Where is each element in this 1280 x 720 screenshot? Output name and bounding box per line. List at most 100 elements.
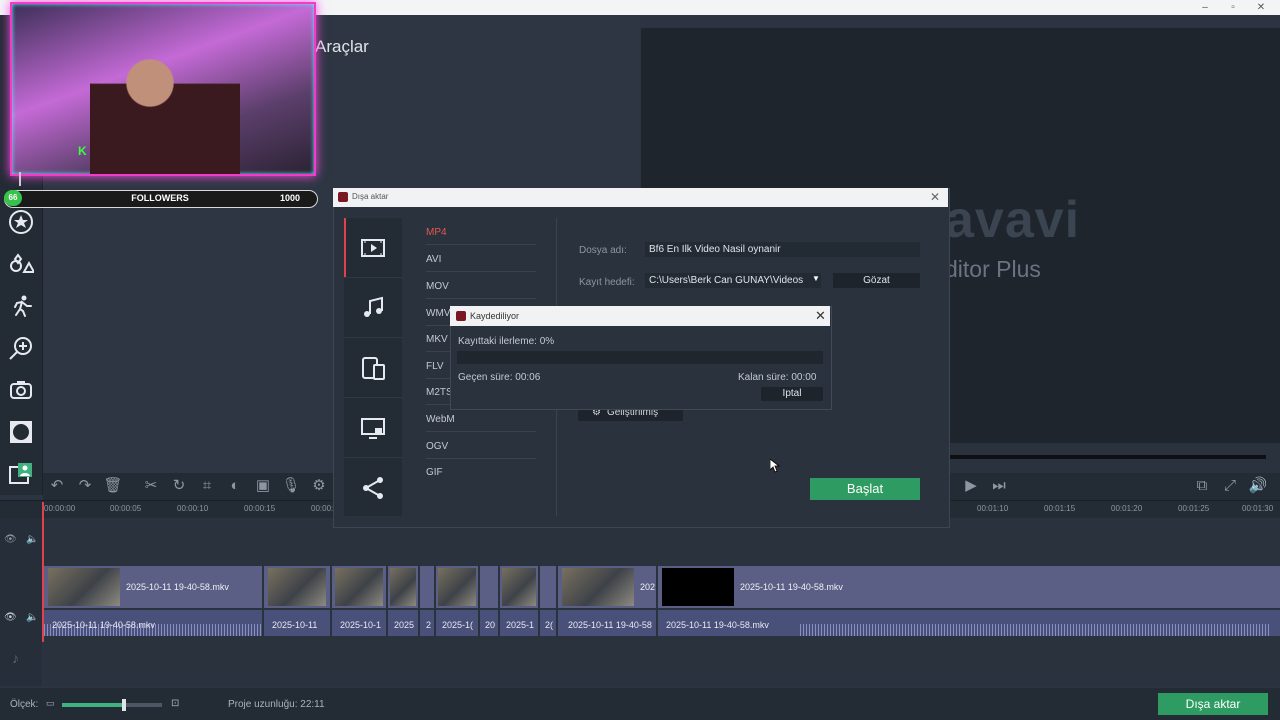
format-mov[interactable]: MOV — [426, 281, 536, 299]
color-adjust-icon[interactable]: ◐ — [223, 475, 247, 497]
eye-icon[interactable]: 👁 — [4, 534, 17, 545]
export-dialog-titlebar — [333, 188, 948, 207]
followers-goal: 1000 — [280, 193, 301, 203]
motion-icon — [14, 295, 32, 317]
ruler-tick: 00:00:15 — [244, 504, 276, 513]
elapsed-label: Geçen süre: — [458, 372, 513, 383]
format-avi[interactable]: AVI — [426, 254, 536, 272]
format-mp4[interactable]: MP4 — [426, 227, 536, 245]
export-type-video[interactable] — [344, 218, 402, 278]
browse-button[interactable]: Gözat — [833, 273, 920, 288]
undo-icon[interactable]: ↶ — [45, 475, 69, 497]
mute-icon[interactable]: 🔈 — [26, 534, 38, 545]
clip-thumbnail — [335, 568, 383, 606]
volume-icon[interactable]: 🔊 — [1246, 475, 1270, 497]
redo-icon[interactable]: ↷ — [73, 475, 97, 497]
zoom-in-icon[interactable]: ⊡ — [171, 698, 179, 709]
audio-label: 2025-10-11 19-40-58 — [568, 620, 652, 630]
popout-icon[interactable]: ⧉ — [1190, 475, 1214, 497]
close-window-icon[interactable]: ✕ — [1246, 0, 1276, 15]
playback-progress[interactable] — [948, 455, 1266, 459]
zoom-tool[interactable] — [0, 329, 42, 367]
kick-badge: K — [78, 144, 87, 158]
fullscreen-icon[interactable]: ⤢ — [1218, 475, 1242, 497]
cancel-button[interactable]: Iptal — [761, 387, 823, 401]
webcam-icon — [9, 463, 32, 484]
shapes-tool[interactable] — [0, 245, 42, 283]
app-icon — [456, 311, 466, 321]
delete-icon[interactable]: 🗑 — [101, 475, 125, 497]
share-icon — [363, 476, 383, 499]
settings-icon[interactable]: ⚙ — [307, 475, 331, 497]
project-length-label: Proje uzunluğu: — [228, 699, 298, 710]
motion-tool[interactable] — [0, 287, 42, 325]
audio-label: 2( — [545, 620, 554, 630]
eye-icon[interactable]: 👁 — [4, 612, 17, 623]
export-button[interactable]: Dışa aktar — [1158, 693, 1268, 715]
save-progress-bar — [457, 351, 823, 364]
audio-label: 20 — [485, 620, 496, 630]
next-frame-icon[interactable]: ⏭ — [987, 475, 1011, 497]
zoom-out-icon[interactable]: ▭ — [46, 698, 55, 709]
rotate-icon[interactable]: ↻ — [167, 475, 191, 497]
crop-icon[interactable]: ⌗ — [195, 475, 219, 497]
ruler-tick: 00:01:25 — [1178, 504, 1210, 513]
microphone-icon[interactable]: 🎙 — [279, 475, 303, 497]
video-clip[interactable] — [480, 566, 500, 608]
mouse-cursor-icon — [769, 458, 781, 478]
devices-icon — [362, 356, 385, 380]
overlay-connector — [19, 172, 21, 186]
audio-label: 2025 — [394, 620, 415, 630]
minimize-icon[interactable]: – — [1190, 0, 1220, 15]
vignette-tool[interactable] — [0, 413, 42, 451]
format-webm[interactable]: WebM — [426, 414, 536, 432]
project-length-value: 22:11 — [300, 699, 325, 710]
streamer-figure — [90, 44, 240, 174]
export-type-share[interactable] — [344, 458, 402, 517]
zoom-icon — [9, 337, 32, 360]
followers-label: FOLLOWERS — [131, 193, 189, 203]
screen-capture-tool[interactable] — [0, 371, 42, 409]
scale-label: Ölçek: — [10, 699, 39, 710]
stickers-tool[interactable] — [0, 203, 42, 241]
save-target-select[interactable]: C:\Users\Berk Can GUNAY\Videos — [645, 273, 821, 288]
close-icon[interactable]: ✕ — [930, 190, 940, 204]
clip-thumbnail — [502, 568, 536, 606]
audio-label: 2025-1( — [442, 620, 474, 630]
shapes-icon — [10, 253, 34, 273]
file-name-field[interactable]: Bf6 En Ilk Video Nasil oynanir — [645, 242, 920, 257]
export-dialog-title: Dışa aktar — [352, 192, 389, 201]
export-type-devices[interactable] — [344, 338, 402, 398]
project-length: Proje uzunluğu: 22:11 — [228, 699, 325, 710]
audio-label: 2025-10-11 — [272, 620, 318, 630]
clip-label: 2025-10-11 19-40-58.mkv — [740, 582, 843, 592]
elapsed-value: 00:06 — [515, 372, 541, 383]
ruler-tick: 00:00:10 — [177, 504, 209, 513]
playhead[interactable] — [42, 502, 44, 642]
saving-dialog-title: Kaydediliyor — [470, 311, 520, 321]
export-type-tv[interactable] — [344, 398, 402, 458]
image-icon[interactable]: ▣ — [251, 475, 275, 497]
ruler-tick: 00:00:00 — [44, 504, 76, 513]
mute-icon[interactable]: 🔈 — [26, 612, 38, 623]
vignette-icon — [10, 421, 32, 443]
footer-bar — [0, 688, 1280, 720]
cut-icon[interactable]: ✂ — [139, 475, 163, 497]
export-type-audio[interactable] — [344, 278, 402, 338]
dropdown-arrow-icon[interactable]: ▼ — [812, 274, 820, 283]
tools-title: Araçlar — [315, 37, 369, 56]
play-icon[interactable]: ▶ — [959, 475, 983, 497]
scale-slider-handle[interactable] — [122, 699, 126, 711]
video-clip[interactable] — [540, 566, 558, 608]
close-icon[interactable]: ✕ — [815, 308, 826, 324]
audio-label: 2 — [426, 620, 432, 630]
start-button[interactable]: Başlat — [810, 478, 920, 500]
audio-label: 2025-10-11 19-40-58.mkv — [666, 620, 769, 630]
webcam-overlay: K — [10, 2, 316, 176]
clip-label: 202 — [640, 582, 656, 592]
format-gif[interactable]: GIF — [426, 467, 536, 484]
format-ogv[interactable]: OGV — [426, 441, 536, 459]
maximize-icon[interactable]: ▫ — [1218, 0, 1248, 15]
video-clip[interactable] — [420, 566, 436, 608]
webcam-tool[interactable] — [0, 455, 42, 493]
